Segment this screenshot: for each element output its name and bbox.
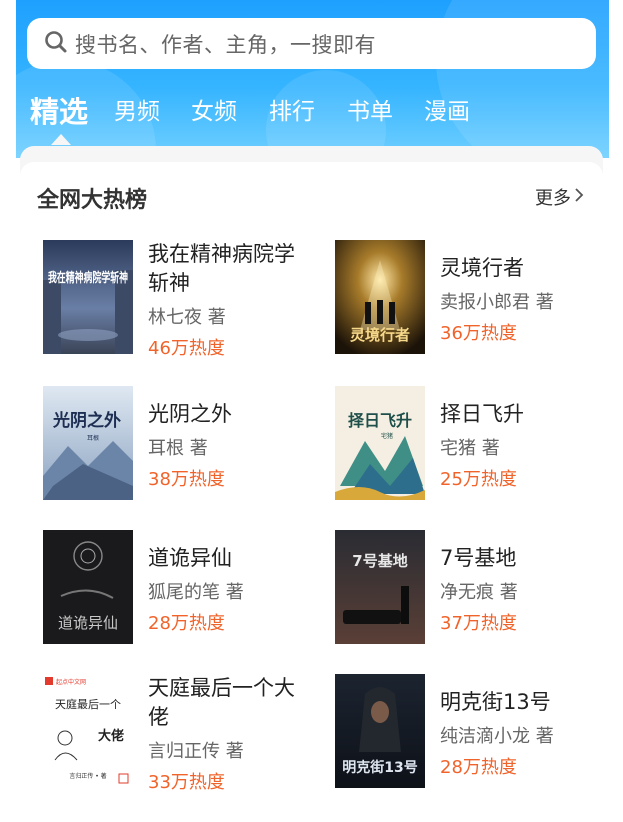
cover-title: 道诡异仙 <box>58 614 118 632</box>
book-item[interactable]: 光阴之外 耳根 光阴之外 耳根 著 38万热度 <box>43 386 323 506</box>
book-item[interactable]: 灵境行者 灵境行者 卖报小郎君 著 36万热度 <box>335 240 615 360</box>
book-heat: 37万热度 <box>440 613 517 634</box>
cover-title: 灵境行者 <box>350 326 410 344</box>
book-author: 林七夜 著 <box>148 307 226 328</box>
cover-title: 天庭最后一个 <box>55 697 121 711</box>
chevron-right-icon <box>571 186 585 209</box>
tab-booklist[interactable]: 书单 <box>347 92 393 132</box>
tab-featured[interactable]: 精选 <box>30 92 88 132</box>
book-title: 光阴之外 <box>148 402 232 426</box>
book-heat: 38万热度 <box>148 469 225 490</box>
book-author: 宅猪 著 <box>440 438 500 459</box>
cover-title: 我在精神病院学斩神 <box>48 270 128 286</box>
book-author: 狐尾的笔 著 <box>148 582 244 603</box>
book-cover: 道诡异仙 <box>43 530 133 644</box>
book-author: 耳根 著 <box>148 438 208 459</box>
search-icon <box>43 29 69 59</box>
cover-title: 7号基地 <box>352 552 407 570</box>
book-heat: 46万热度 <box>148 338 225 359</box>
book-cover: 光阴之外 耳根 <box>43 386 133 500</box>
book-title: 道诡异仙 <box>148 546 232 570</box>
cover-title-2: 大佬 <box>98 728 124 744</box>
book-item[interactable]: 道诡异仙 道诡异仙 狐尾的笔 著 28万热度 <box>43 530 323 650</box>
cover-title: 择日飞升 <box>348 411 412 430</box>
more-link[interactable]: 更多 <box>535 184 585 210</box>
book-author: 净无痕 著 <box>440 582 518 603</box>
book-author: 纯洁滴小龙 著 <box>440 726 554 747</box>
book-title: 择日飞升 <box>440 402 524 426</box>
book-heat: 25万热度 <box>440 469 517 490</box>
cover-title: 光阴之外 <box>52 410 121 431</box>
book-author: 卖报小郎君 著 <box>440 292 554 313</box>
book-title: 明克街13号 <box>440 690 551 714</box>
book-cover: 起点中文网 天庭最后一个 大佬 言归正传 • 著 <box>43 674 133 788</box>
book-cover: 明克街13号 <box>335 674 425 788</box>
cover-author: 宅猪 <box>381 432 393 440</box>
cover-title: 明克街13号 <box>342 759 417 776</box>
book-item[interactable]: 我在精神病院学斩神 我在精神病院学斩神 林七夜 著 46万热度 <box>43 240 323 360</box>
book-title: 灵境行者 <box>440 256 524 280</box>
active-tab-pointer <box>51 134 71 145</box>
tab-comics[interactable]: 漫画 <box>424 92 470 132</box>
more-label: 更多 <box>535 188 571 209</box>
book-item[interactable]: 明克街13号 明克街13号 纯洁滴小龙 著 28万热度 <box>335 674 615 794</box>
book-title: 7号基地 <box>440 546 517 570</box>
cover-brand: 起点中文网 <box>56 678 86 686</box>
tab-female[interactable]: 女频 <box>191 92 237 132</box>
book-item[interactable]: 7号基地 7号基地 净无痕 著 37万热度 <box>335 530 615 650</box>
book-heat: 33万热度 <box>148 772 225 793</box>
book-title: 我在精神病院学斩神 <box>148 242 295 295</box>
cover-author: 耳根 <box>87 434 99 442</box>
book-item[interactable]: 起点中文网 天庭最后一个 大佬 言归正传 • 著 天庭最后一个大佬 言归正传 著… <box>43 674 323 794</box>
search-placeholder: 搜书名、作者、主角，一搜即有 <box>75 32 376 57</box>
section-title: 全网大热榜 <box>37 188 148 213</box>
book-cover: 灵境行者 <box>335 240 425 354</box>
book-item[interactable]: 择日飞升 宅猪 择日飞升 宅猪 著 25万热度 <box>335 386 615 506</box>
book-heat: 28万热度 <box>440 757 517 778</box>
book-cover: 我在精神病院学斩神 <box>43 240 133 354</box>
tab-male[interactable]: 男频 <box>114 92 160 132</box>
book-title: 天庭最后一个大佬 <box>148 676 295 729</box>
book-cover: 7号基地 <box>335 530 425 644</box>
book-author: 言归正传 著 <box>148 741 244 762</box>
tab-ranking[interactable]: 排行 <box>269 92 315 132</box>
search-bar[interactable]: 搜书名、作者、主角，一搜即有 <box>27 18 596 69</box>
book-cover: 择日飞升 宅猪 <box>335 386 425 500</box>
cover-author: 言归正传 • 著 <box>69 772 106 780</box>
book-heat: 36万热度 <box>440 323 517 344</box>
book-heat: 28万热度 <box>148 613 225 634</box>
